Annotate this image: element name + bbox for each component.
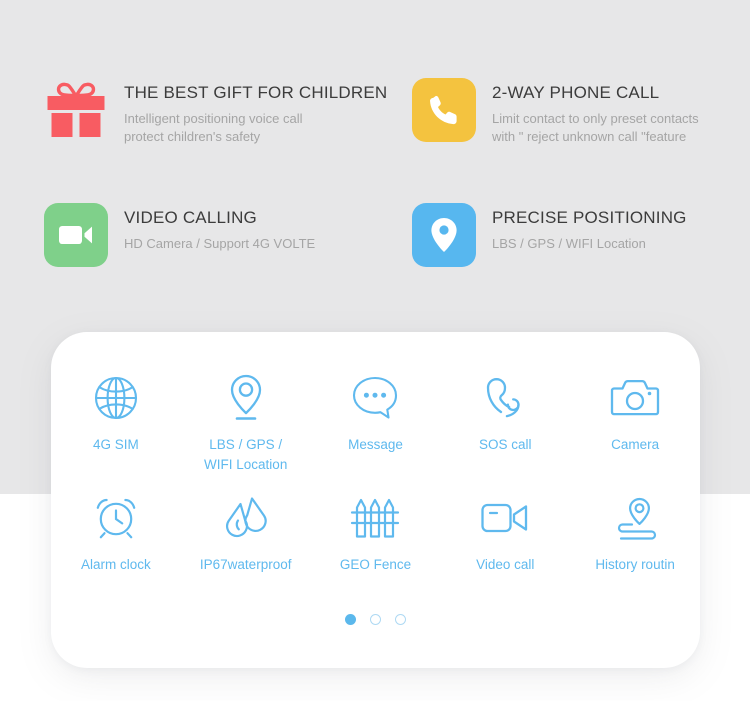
spec-label: History routin <box>595 557 675 572</box>
map-pin-icon <box>412 203 476 267</box>
spec-icon-grid: 4G SIM LBS / GPS / WIFI Location Message… <box>51 372 700 602</box>
feature-title: PRECISE POSITIONING <box>492 208 687 227</box>
feature-desc: Limit contact to only preset contacts wi… <box>492 111 699 144</box>
history-route-icon <box>611 492 659 544</box>
video-camera-icon <box>44 203 108 267</box>
feature-desc: Intelligent positioning voice call prote… <box>124 111 303 144</box>
spec-item-4g-sim[interactable]: 4G SIM <box>51 372 181 492</box>
pagination-dots <box>51 614 700 625</box>
spec-item-video-call[interactable]: Video call <box>440 492 570 602</box>
water-drop-icon <box>223 492 269 544</box>
fence-icon <box>350 492 400 544</box>
feature-grid: THE BEST GIFT FOR CHILDREN Intelligent p… <box>0 0 750 300</box>
feature-desc: LBS / GPS / WIFI Location <box>492 236 646 251</box>
feature-text-positioning: PRECISE POSITIONING LBS / GPS / WIFI Loc… <box>492 203 687 253</box>
spec-card: 4G SIM LBS / GPS / WIFI Location Message… <box>51 332 700 668</box>
pagination-dot-2[interactable] <box>370 614 381 625</box>
spec-label: Camera <box>611 437 660 452</box>
spec-label: Alarm clock <box>81 557 151 572</box>
spec-label: 4G SIM <box>93 437 139 452</box>
spec-item-sos-call[interactable]: SOS call <box>440 372 570 492</box>
phone-call-icon <box>412 78 476 142</box>
spec-item-geo-fence[interactable]: GEO Fence <box>311 492 441 602</box>
feature-text-phone-call: 2-WAY PHONE CALL Limit contact to only p… <box>492 78 699 146</box>
spec-row: 4G SIM LBS / GPS / WIFI Location Message… <box>51 372 700 492</box>
video-call-icon <box>480 492 530 544</box>
camera-icon <box>610 372 660 424</box>
pagination-dot-1[interactable] <box>345 614 356 625</box>
spec-label: IP67waterproof <box>199 557 292 572</box>
feature-text-video-calling: VIDEO CALLING HD Camera / Support 4G VOL… <box>124 203 315 253</box>
spec-label: Message <box>348 437 403 452</box>
feature-title: 2-WAY PHONE CALL <box>492 83 660 102</box>
alarm-clock-icon <box>93 492 139 544</box>
spec-item-message[interactable]: Message <box>311 372 441 492</box>
spec-row: Alarm clock IP67waterproof GEO Fence Vid… <box>51 492 700 602</box>
pagination-dot-3[interactable] <box>395 614 406 625</box>
spec-item-location[interactable]: LBS / GPS / WIFI Location <box>181 372 311 492</box>
feature-desc: HD Camera / Support 4G VOLTE <box>124 236 316 251</box>
spec-item-waterproof[interactable]: IP67waterproof <box>181 492 311 602</box>
feature-item-phone-call: 2-WAY PHONE CALL Limit contact to only p… <box>412 78 699 146</box>
feature-item-gift: THE BEST GIFT FOR CHILDREN Intelligent p… <box>44 78 387 146</box>
spec-label: GEO Fence <box>339 557 412 572</box>
message-bubble-icon <box>351 372 399 424</box>
sos-phone-icon <box>483 372 527 424</box>
spec-label: LBS / GPS / WIFI Location <box>204 437 288 472</box>
feature-item-video-calling: VIDEO CALLING HD Camera / Support 4G VOL… <box>44 203 315 267</box>
feature-item-positioning: PRECISE POSITIONING LBS / GPS / WIFI Loc… <box>412 203 687 267</box>
gift-icon <box>44 78 108 142</box>
feature-title: VIDEO CALLING <box>124 208 257 227</box>
spec-label: Video call <box>476 557 535 572</box>
spec-item-camera[interactable]: Camera <box>570 372 700 492</box>
spec-item-alarm-clock[interactable]: Alarm clock <box>51 492 181 602</box>
feature-title: THE BEST GIFT FOR CHILDREN <box>124 83 388 102</box>
feature-text-gift: THE BEST GIFT FOR CHILDREN Intelligent p… <box>124 78 387 146</box>
spec-item-history-routin[interactable]: History routin <box>570 492 700 602</box>
location-pin-icon <box>225 372 267 424</box>
spec-label: SOS call <box>479 437 532 452</box>
globe-icon <box>93 372 139 424</box>
